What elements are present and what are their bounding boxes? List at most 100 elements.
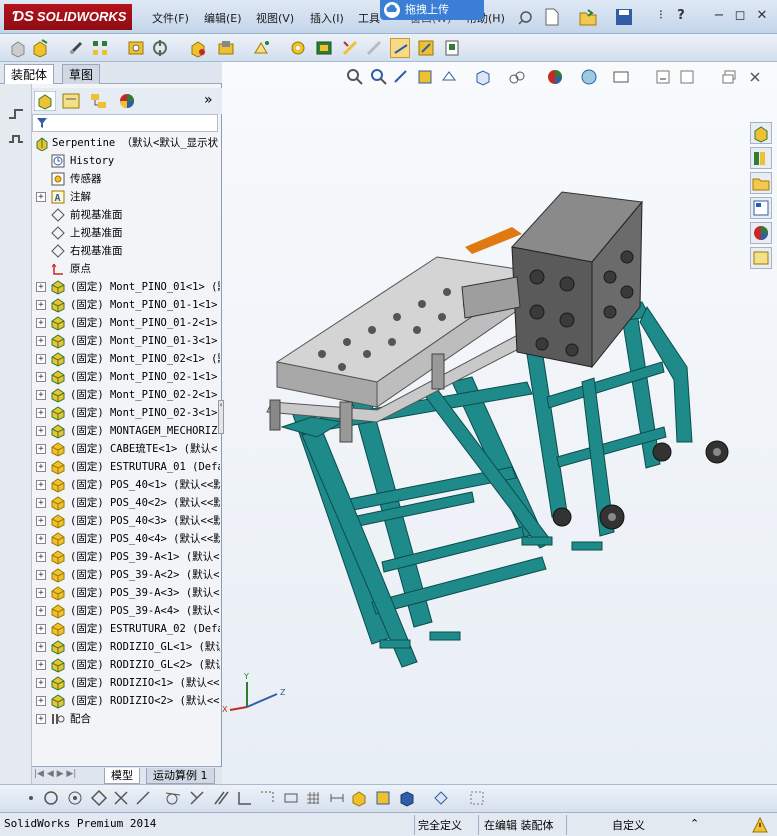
panel-collapse-handle[interactable]: ‹ xyxy=(218,400,224,434)
bill-of-materials-icon[interactable] xyxy=(288,38,308,58)
expand-toggle-icon[interactable]: + xyxy=(36,624,46,634)
menu-insert[interactable]: 插入(I) xyxy=(310,10,344,26)
restore-button[interactable]: ◻ xyxy=(731,8,749,24)
center-point-icon[interactable] xyxy=(66,789,84,807)
solidworks-resources-icon[interactable] xyxy=(750,122,772,144)
section-view-icon[interactable] xyxy=(416,68,434,86)
smart-fasteners-icon[interactable] xyxy=(126,38,146,58)
expand-toggle-icon[interactable]: + xyxy=(36,192,46,202)
horizontal-vertical-icon[interactable] xyxy=(236,789,254,807)
display-pane-icon[interactable] xyxy=(468,789,486,807)
expand-toggle-icon[interactable]: + xyxy=(36,516,46,526)
tab-sketch[interactable]: 草图 xyxy=(62,64,101,84)
tree-node[interactable]: + (固定) RODIZIO<1> (默认<< xyxy=(32,674,220,692)
tab-scroll-arrows[interactable]: |◀ ◀ ▶ ▶| xyxy=(34,769,76,779)
tree-node[interactable]: + (固定) POS_39-A<2> (默认< xyxy=(32,566,220,584)
dimxpert-icon[interactable] xyxy=(6,104,26,124)
tree-node[interactable]: 右视基准面 xyxy=(32,242,220,260)
dimension-icon[interactable] xyxy=(328,789,346,807)
menu-file[interactable]: 文件(F) xyxy=(152,10,189,26)
instant3d-icon[interactable] xyxy=(390,38,410,58)
upload-badge[interactable]: 拖拽上传 xyxy=(380,0,484,20)
tab-model[interactable]: 模型 xyxy=(104,768,140,784)
expand-toggle-icon[interactable]: + xyxy=(36,498,46,508)
tree-node[interactable]: 前视基准面 xyxy=(32,206,220,224)
perpendicular-icon[interactable] xyxy=(188,789,206,807)
linear-pattern-icon[interactable] xyxy=(90,38,110,58)
intersection-icon[interactable] xyxy=(112,789,130,807)
expand-toggle-icon[interactable]: + xyxy=(36,462,46,472)
tree-node[interactable]: + (固定) ESTRUTURA_01 (Defau xyxy=(32,458,220,476)
tree-node[interactable]: + (固定) Mont_PINO_02-1<1> xyxy=(32,368,220,386)
view-settings-icon[interactable] xyxy=(612,68,630,86)
design-library-icon[interactable] xyxy=(750,147,772,169)
parallel-icon[interactable] xyxy=(212,789,230,807)
appearances-icon[interactable] xyxy=(750,222,772,244)
reference-geometry-icon[interactable] xyxy=(252,38,272,58)
dynamic-annotation-icon[interactable] xyxy=(440,68,458,86)
view-palette-icon[interactable] xyxy=(750,197,772,219)
expand-toggle-icon[interactable]: + xyxy=(36,552,46,562)
tree-node[interactable]: 传感器 xyxy=(32,170,220,188)
point-icon[interactable] xyxy=(24,791,38,805)
menu-view[interactable]: 视图(V) xyxy=(256,10,294,26)
expand-toggle-icon[interactable]: + xyxy=(36,354,46,364)
expand-toggle-icon[interactable]: + xyxy=(36,336,46,346)
expand-toggle-icon[interactable]: + xyxy=(36,660,46,670)
midpoint-icon[interactable] xyxy=(134,789,152,807)
viewport-restore-icon[interactable] xyxy=(722,70,736,84)
expand-toggle-icon[interactable]: + xyxy=(36,570,46,580)
tree-node[interactable]: 原点 xyxy=(32,260,220,278)
open-folder-icon[interactable] xyxy=(578,7,598,27)
tree-node[interactable]: + A 注解 xyxy=(32,188,220,206)
viewport-tile-icon[interactable] xyxy=(680,70,694,84)
grid-icon[interactable] xyxy=(304,789,322,807)
tree-node[interactable]: + (固定) RODIZIO_GL<2> (默认 xyxy=(32,656,220,674)
show-hidden-icon[interactable] xyxy=(188,38,208,58)
expand-arrows-icon[interactable]: » xyxy=(204,92,213,108)
expand-toggle-icon[interactable]: + xyxy=(36,714,46,724)
save-icon[interactable] xyxy=(614,7,634,27)
zoom-to-fit-icon[interactable] xyxy=(346,68,364,86)
more-options-icon[interactable]: ⁝ xyxy=(652,8,670,24)
expand-toggle-icon[interactable]: + xyxy=(36,282,46,292)
tree-node[interactable]: + (固定) POS_40<4> (默认<<默 xyxy=(32,530,220,548)
tree-node[interactable]: + (固定) CABE琉TE<1> (默认< xyxy=(32,440,220,458)
assembly-3d-view[interactable]: Y Z X xyxy=(222,62,777,784)
polygon-icon[interactable] xyxy=(90,789,108,807)
help-icon[interactable]: ? xyxy=(672,8,690,24)
viewport-close-icon[interactable] xyxy=(748,70,762,84)
assembly-gray-icon[interactable] xyxy=(8,38,28,58)
tree-node[interactable]: + 配合 xyxy=(32,710,220,728)
expand-toggle-icon[interactable]: + xyxy=(36,318,46,328)
tree-node[interactable]: + (固定) RODIZIO_GL<1> (默认 xyxy=(32,638,220,656)
menu-edit[interactable]: 编辑(E) xyxy=(204,10,242,26)
expand-toggle-icon[interactable]: + xyxy=(36,372,46,382)
viewport-minimize-icon[interactable] xyxy=(656,70,670,84)
cube-icon[interactable] xyxy=(398,789,416,807)
configuration-manager-icon[interactable] xyxy=(88,91,110,111)
solidworks-logo[interactable]: ƊS SOLIDWORKS xyxy=(4,4,132,30)
hide-show-icon[interactable] xyxy=(432,789,450,807)
tab-assembly[interactable]: 装配体 xyxy=(4,64,55,84)
explode-line-sketch-icon[interactable] xyxy=(340,38,360,58)
tree-node[interactable]: + (固定) POS_39-A<1> (默认< xyxy=(32,548,220,566)
tree-node[interactable]: + (固定) POS_39-A<3> (默认< xyxy=(32,584,220,602)
minimize-button[interactable]: − xyxy=(710,8,728,24)
expand-toggle-icon[interactable]: + xyxy=(36,390,46,400)
expand-toggle-icon[interactable]: + xyxy=(36,696,46,706)
part-icon[interactable] xyxy=(374,789,392,807)
units-status[interactable]: 自定义 xyxy=(612,817,645,833)
tree-node[interactable]: + (固定) POS_39-A<4> (默认< xyxy=(32,602,220,620)
graphics-area[interactable]: Y Z X xyxy=(222,62,777,784)
display-style-icon[interactable] xyxy=(508,68,526,86)
tree-node[interactable]: + (固定) POS_40<3> (默认<<默 xyxy=(32,512,220,530)
edit-appearance-icon[interactable] xyxy=(546,68,564,86)
tree-node[interactable]: + (固定) Mont_PINO_02-3<1> xyxy=(32,404,220,422)
rebuild-warning-icon[interactable] xyxy=(752,817,768,833)
tree-node[interactable]: + (固定) RODIZIO<2> (默认<< xyxy=(32,692,220,710)
filter-icon[interactable] xyxy=(36,117,50,129)
circle-icon[interactable] xyxy=(42,789,60,807)
units-dropdown-icon[interactable]: ⌃ xyxy=(690,817,699,830)
insert-component-icon[interactable] xyxy=(30,38,50,58)
